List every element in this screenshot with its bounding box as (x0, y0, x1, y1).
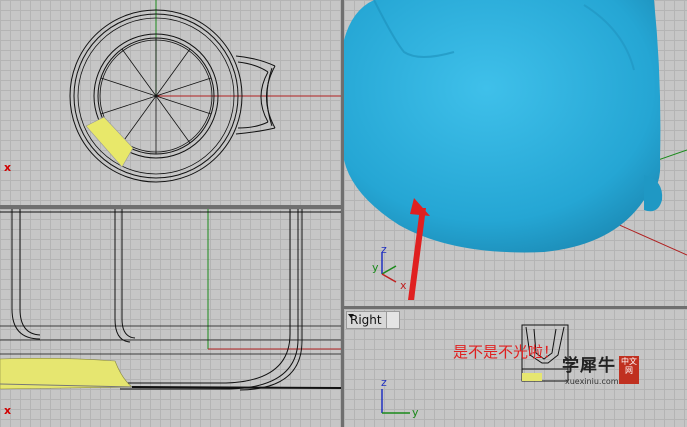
top-view-drawing (69, 0, 341, 183)
viewport-front[interactable]: x (0, 209, 341, 427)
axis-label-y: y (412, 406, 419, 419)
watermark-badge: 中文网 (619, 356, 639, 384)
axis-label-z: z (381, 376, 387, 389)
axis-marker-x: x (4, 404, 12, 417)
watermark-url: xuexiniu.com (565, 377, 619, 386)
axis-label-x: x (400, 279, 407, 292)
viewport-top[interactable]: x (0, 0, 341, 205)
red-arrow-pointer-icon (408, 198, 430, 300)
axis-label-y: y (372, 261, 379, 274)
watermark-name: 学犀牛 (562, 356, 616, 376)
viewport-perspective[interactable]: z y x (344, 0, 687, 306)
axis-label-z: z (381, 243, 387, 256)
axis-marker-x: x (4, 161, 12, 174)
axis-gizmo-icon (381, 389, 410, 414)
front-view-drawing (0, 209, 341, 391)
perspective-view-drawing (344, 0, 687, 300)
axis-gizmo-icon (381, 252, 397, 283)
annotation-text: 是不是不光啦！ (453, 343, 559, 361)
cup-surface (344, 0, 661, 253)
